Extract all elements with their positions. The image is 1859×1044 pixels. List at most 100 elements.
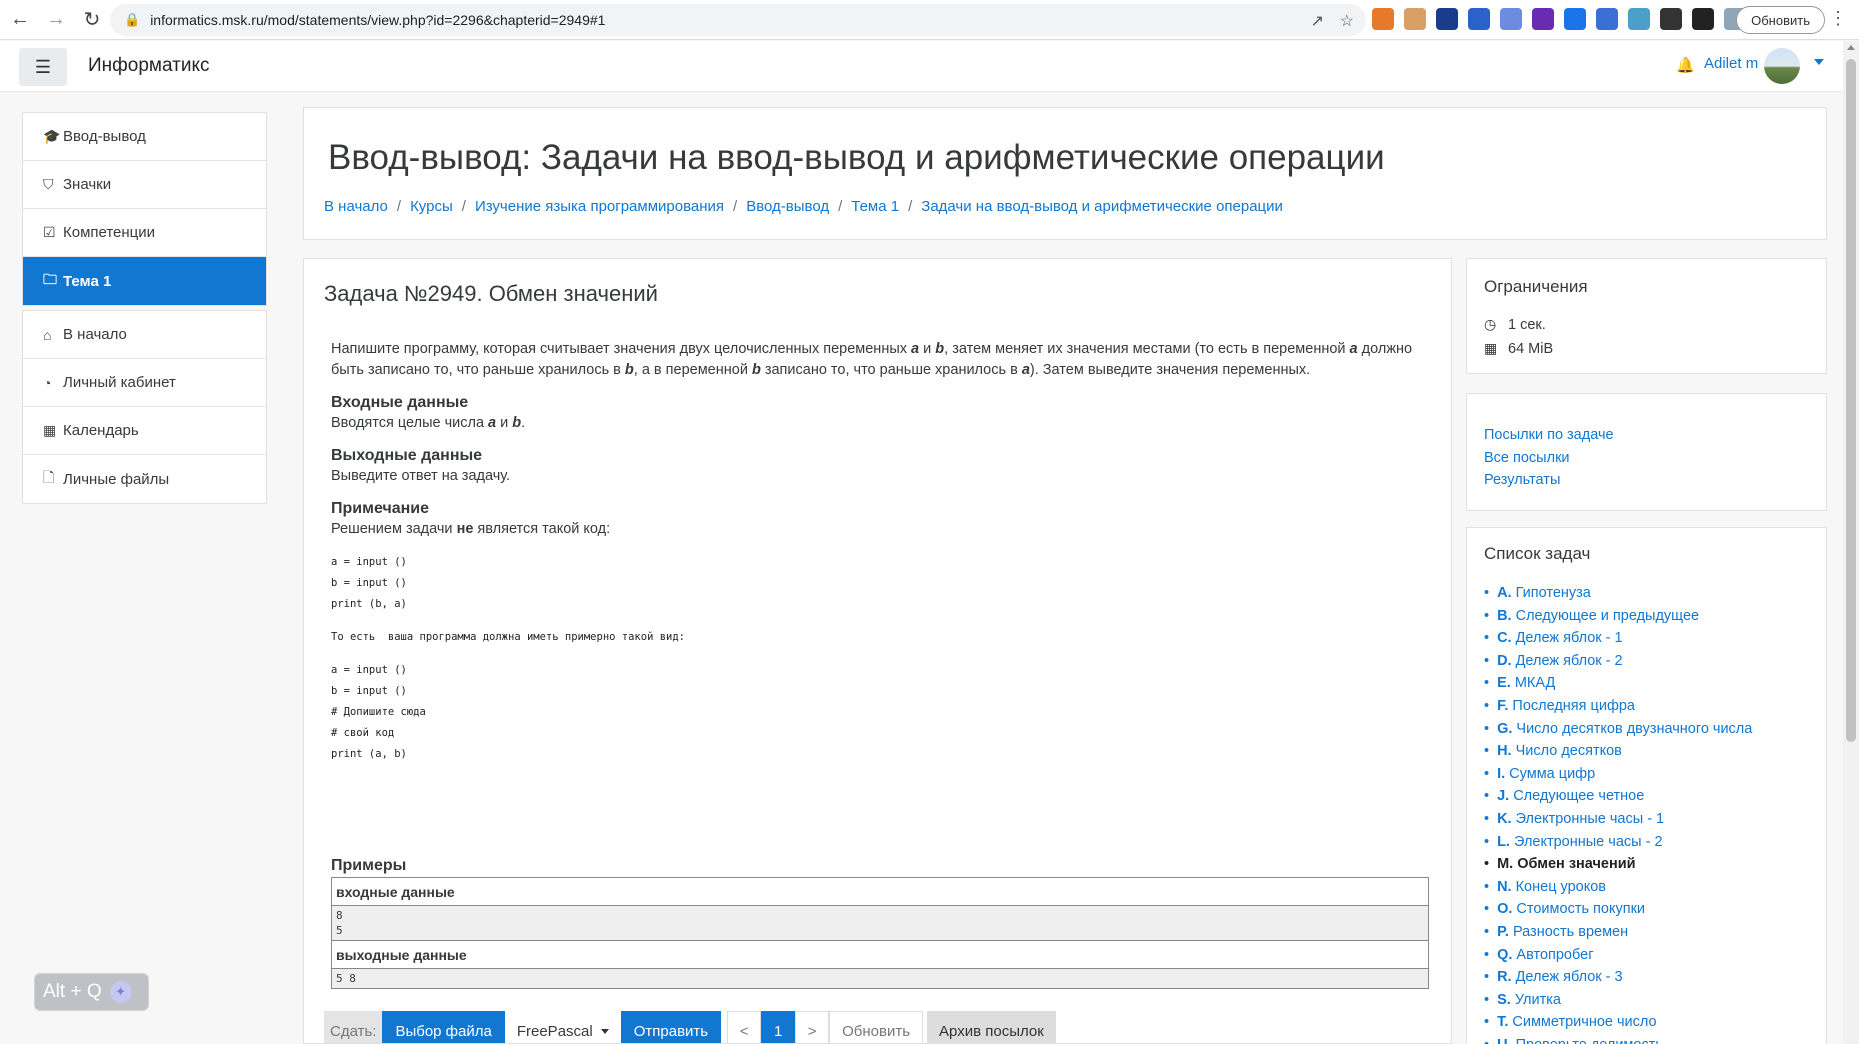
task-list-item[interactable]: C. Дележ яблок - 1 — [1484, 627, 1752, 650]
breadcrumb-link[interactable]: В начало — [324, 198, 388, 215]
sidebar-item[interactable]: ⌂ В начало — [23, 311, 266, 359]
task-name[interactable]: Автопробег — [1516, 947, 1593, 963]
bell-icon[interactable]: 🔔 — [1676, 56, 1695, 74]
site-brand[interactable]: Информатикс — [88, 55, 209, 77]
avatar[interactable] — [1764, 48, 1800, 84]
task-letter: J. — [1497, 788, 1510, 805]
sidebar-item[interactable]: 🎓 Ввод-вывод — [23, 113, 266, 161]
task-list-item[interactable]: S. Улитка — [1484, 989, 1752, 1012]
refresh-button[interactable]: Обновить — [829, 1011, 924, 1043]
address-bar[interactable]: 🔒 informatics.msk.ru/mod/statements/view… — [110, 4, 1366, 36]
task-list-item[interactable]: I. Сумма цифр — [1484, 763, 1752, 786]
task-list-item[interactable]: H. Число десятков — [1484, 740, 1752, 763]
input-description: Вводятся целые числа a и b. — [331, 413, 1431, 434]
language-select[interactable]: FreePascal — [504, 1011, 621, 1043]
browser-extension-icon[interactable] — [1404, 8, 1426, 30]
task-name[interactable]: Симметричное число — [1512, 1014, 1656, 1030]
breadcrumb-link[interactable]: Тема 1 — [851, 198, 899, 215]
task-list-item[interactable]: F. Последняя цифра — [1484, 695, 1752, 718]
browser-extension-icon[interactable] — [1468, 8, 1490, 30]
browser-extension-icon[interactable] — [1532, 8, 1554, 30]
task-name[interactable]: Следующее и предыдущее — [1516, 608, 1699, 624]
back-arrow-icon[interactable]: ← — [4, 4, 36, 36]
task-list-item[interactable]: P. Разность времен — [1484, 921, 1752, 944]
page-1-button[interactable]: 1 — [761, 1011, 796, 1043]
task-name[interactable]: Разность времен — [1513, 924, 1628, 940]
breadcrumb-link[interactable]: Задачи на ввод-вывод и арифметические оп… — [921, 198, 1283, 215]
hamburger-menu-icon[interactable]: ☰ — [19, 48, 67, 86]
calendar-icon: ▦ — [43, 422, 57, 438]
task-name[interactable]: Улитка — [1515, 992, 1561, 1008]
page-scrollbar[interactable] — [1843, 41, 1859, 1044]
task-name[interactable]: Число десятков — [1516, 743, 1622, 759]
sidebar-site-group: ⌂ В начало ◔ Личный кабинет ▦ Календарь 🗋 Личны… — [22, 310, 267, 504]
task-list-item[interactable]: B. Следующее и предыдущее — [1484, 605, 1752, 628]
next-page-button[interactable]: > — [795, 1011, 830, 1043]
task-name[interactable]: Дележ яблок - 1 — [1516, 630, 1623, 646]
send-button[interactable]: Отправить — [620, 1011, 722, 1043]
task-name[interactable]: Число десятков двузначного числа — [1516, 721, 1752, 737]
task-list-item[interactable]: M. Обмен значений — [1484, 853, 1752, 876]
task-list-item[interactable]: J. Следующее четное — [1484, 785, 1752, 808]
breadcrumb-link[interactable]: Ввод-вывод — [746, 198, 829, 215]
archive-button[interactable]: Архив посылок — [927, 1011, 1056, 1043]
task-name[interactable]: Гипотенуза — [1516, 585, 1591, 601]
task-list-item[interactable]: N. Конец уроков — [1484, 876, 1752, 899]
task-list-item[interactable]: Q. Автопробег — [1484, 944, 1752, 967]
task-name[interactable]: Последняя цифра — [1512, 698, 1635, 714]
results-link[interactable]: Результаты — [1484, 472, 1560, 488]
browser-update-button[interactable]: Обновить — [1736, 6, 1825, 34]
forward-arrow-icon[interactable]: → — [40, 4, 72, 36]
sidebar-item[interactable]: ⛉ Значки — [23, 161, 266, 209]
breadcrumb-link[interactable]: Изучение языка программирования — [475, 198, 724, 215]
task-name[interactable]: Сумма цифр — [1509, 766, 1595, 782]
bookmark-star-icon[interactable]: ☆ — [1340, 11, 1354, 31]
task-list-item[interactable]: T. Симметричное число — [1484, 1011, 1752, 1034]
task-name[interactable]: Дележ яблок - 2 — [1516, 653, 1623, 669]
task-list-item[interactable]: O. Стоимость покупки — [1484, 898, 1752, 921]
task-name[interactable]: МКАД — [1515, 675, 1556, 691]
task-name[interactable]: Дележ яблок - 3 — [1516, 969, 1623, 985]
url-text[interactable]: informatics.msk.ru/mod/statements/view.p… — [150, 12, 605, 28]
task-list-item[interactable]: A. Гипотенуза — [1484, 582, 1752, 605]
choose-file-button[interactable]: Выбор файла — [382, 1011, 505, 1043]
task-name[interactable]: Следующее четное — [1513, 788, 1644, 804]
sidebar-item[interactable]: ▦ Календарь — [23, 407, 266, 455]
reload-icon[interactable]: ↻ — [76, 4, 108, 36]
sidebar-item[interactable]: ◔ Личный кабинет — [23, 359, 266, 407]
browser-extension-icon[interactable] — [1372, 8, 1394, 30]
browser-extension-icon[interactable] — [1436, 8, 1458, 30]
task-name[interactable]: Проверьте делимость — [1516, 1037, 1663, 1044]
task-name[interactable]: Электронные часы - 2 — [1514, 834, 1663, 850]
browser-extension-icon[interactable] — [1596, 8, 1618, 30]
share-icon[interactable]: ↗ — [1311, 11, 1324, 31]
breadcrumb-link[interactable]: Курсы — [410, 198, 453, 215]
all-submissions-link[interactable]: Все посылки — [1484, 450, 1570, 466]
task-list-item[interactable]: E. МКАД — [1484, 672, 1752, 695]
browser-extension-icon[interactable] — [1500, 8, 1522, 30]
task-list-item[interactable]: K. Электронные часы - 1 — [1484, 808, 1752, 831]
task-list-item[interactable]: G. Число десятков двузначного числа — [1484, 718, 1752, 741]
task-list-item[interactable]: U. Проверьте делимость — [1484, 1034, 1752, 1044]
user-menu-caret-icon[interactable] — [1814, 59, 1824, 65]
scrollbar-thumb[interactable] — [1846, 59, 1856, 742]
task-name[interactable]: Конец уроков — [1516, 879, 1606, 895]
alt-q-widget[interactable]: Alt + Q ✦ — [34, 973, 149, 1011]
sidebar-item[interactable]: 🗋 Личные файлы — [23, 455, 266, 503]
browser-extension-icon[interactable] — [1628, 8, 1650, 30]
task-name[interactable]: Электронные часы - 1 — [1516, 811, 1665, 827]
browser-extension-icon[interactable] — [1692, 8, 1714, 30]
task-list-item[interactable]: R. Дележ яблок - 3 — [1484, 966, 1752, 989]
prev-page-button[interactable]: < — [727, 1011, 762, 1043]
scroll-up-arrow-icon[interactable] — [1847, 45, 1855, 50]
task-list-item[interactable]: D. Дележ яблок - 2 — [1484, 650, 1752, 673]
sidebar-item[interactable]: ☑ Компетенции — [23, 209, 266, 257]
task-name[interactable]: Стоимость покупки — [1516, 901, 1645, 917]
task-submissions-link[interactable]: Посылки по задаче — [1484, 427, 1614, 443]
browser-extension-icon[interactable] — [1660, 8, 1682, 30]
browser-extension-icon[interactable] — [1564, 8, 1586, 30]
sidebar-item[interactable]: 🗀 Тема 1 — [23, 257, 266, 305]
task-list-item[interactable]: L. Электронные часы - 2 — [1484, 831, 1752, 854]
browser-menu-icon[interactable]: ⋮ — [1829, 8, 1847, 29]
user-name[interactable]: Adilet m — [1704, 55, 1758, 72]
